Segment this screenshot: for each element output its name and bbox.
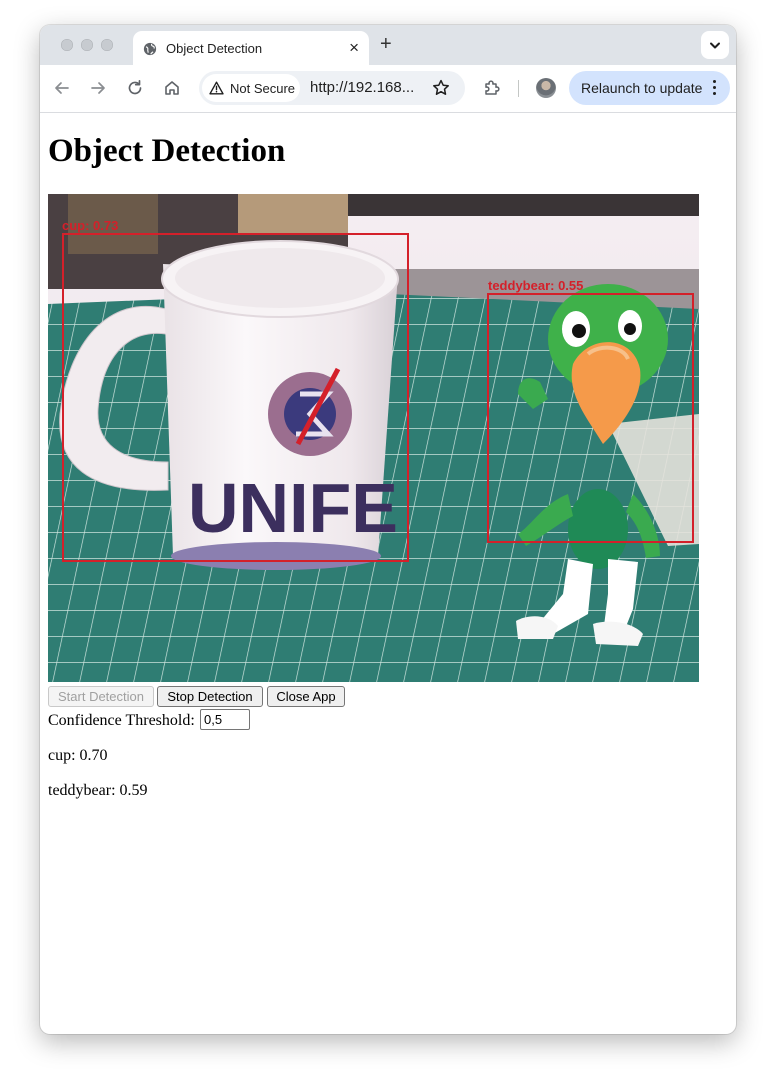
close-app-button[interactable]: Close App xyxy=(267,686,345,707)
result-item-teddybear: teddybear: 0.59 xyxy=(48,782,148,799)
security-chip[interactable]: Not Secure xyxy=(202,74,300,102)
url-text[interactable]: http://192.168... xyxy=(310,79,414,96)
confidence-threshold-input[interactable] xyxy=(200,709,250,730)
teddybear-detection-label: teddybear: 0.55 xyxy=(488,278,583,293)
minimize-window-button[interactable] xyxy=(81,39,93,51)
chevron-down-icon xyxy=(710,42,720,49)
toolbar-divider xyxy=(518,80,519,97)
mug-print-text: UNIFE xyxy=(188,469,398,547)
camera-frame-image: UNIFE cup: 0.73 teddybear: 0.55 xyxy=(48,194,699,682)
confidence-threshold-label: Confidence Threshold: xyxy=(48,712,195,729)
tab-title: Object Detection xyxy=(166,41,263,56)
reload-icon[interactable] xyxy=(125,78,145,98)
tab-close-icon[interactable]: × xyxy=(349,38,359,58)
bookmark-star-icon[interactable] xyxy=(431,78,451,98)
forward-arrow-icon[interactable] xyxy=(88,78,108,98)
browser-toolbar: Not Secure http://192.168... Relaunch to… xyxy=(40,65,736,113)
zoom-window-button[interactable] xyxy=(101,39,113,51)
tab-object-detection[interactable]: Object Detection × xyxy=(133,31,369,65)
video-feed: UNIFE cup: 0.73 teddybear: 0.55 xyxy=(48,194,699,682)
tab-strip: Object Detection × + xyxy=(40,25,736,65)
close-window-button[interactable] xyxy=(61,39,73,51)
stop-detection-button[interactable]: Stop Detection xyxy=(157,686,263,707)
browser-window: Object Detection × + Not Secure http://1… xyxy=(40,25,736,1034)
globe-icon xyxy=(143,42,157,56)
cup-detection-label: cup: 0.73 xyxy=(62,218,118,233)
warning-icon xyxy=(209,81,224,95)
relaunch-label: Relaunch to update xyxy=(581,80,703,96)
extensions-puzzle-icon[interactable] xyxy=(482,78,502,98)
address-bar[interactable]: Not Secure http://192.168... xyxy=(199,71,465,105)
start-detection-button[interactable]: Start Detection xyxy=(48,686,154,707)
profile-avatar[interactable] xyxy=(536,78,556,98)
tab-search-button[interactable] xyxy=(701,31,729,59)
page-title: Object Detection xyxy=(48,133,286,169)
result-item-cup: cup: 0.70 xyxy=(48,747,108,764)
new-tab-icon[interactable]: + xyxy=(380,32,392,56)
home-icon[interactable] xyxy=(162,78,182,98)
security-label: Not Secure xyxy=(230,81,296,96)
more-menu-icon[interactable] xyxy=(713,80,716,98)
page-content: Object Detection UNIFE cup: 0.73 teddybe… xyxy=(40,113,736,1034)
relaunch-button[interactable]: Relaunch to update xyxy=(569,71,730,105)
back-arrow-icon[interactable] xyxy=(52,78,72,98)
